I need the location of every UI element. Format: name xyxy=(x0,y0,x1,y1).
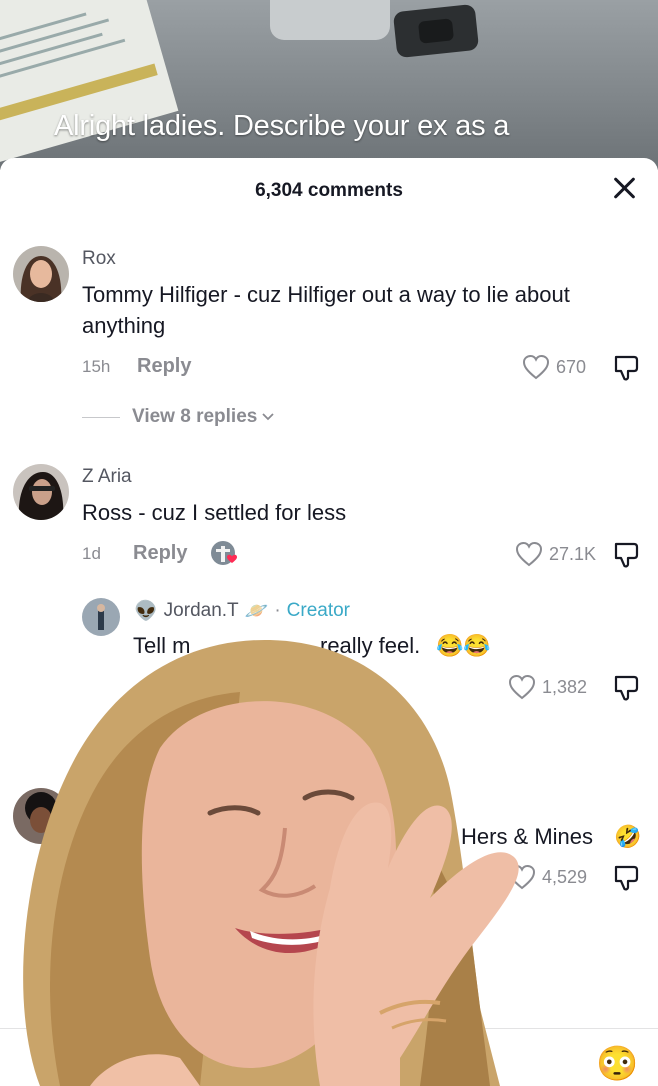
dislike-icon[interactable] xyxy=(612,672,642,707)
alien-emoji-icon: 👽 xyxy=(134,601,158,622)
dislike-icon[interactable] xyxy=(612,352,642,387)
comments-count: 6,304 comments xyxy=(255,180,403,201)
comment-username[interactable]: Z Aria xyxy=(82,466,132,488)
car-vent xyxy=(392,3,480,59)
creator-liked-icon xyxy=(210,539,240,569)
heart-icon xyxy=(515,541,543,567)
comment-text: Tommy Hilfiger - cuz Hilfiger out a way … xyxy=(82,282,570,338)
close-icon[interactable] xyxy=(610,174,638,202)
comment-username[interactable]: Jordan.T xyxy=(164,600,239,622)
chevron-down-icon xyxy=(262,413,274,421)
reply-button[interactable]: Reply xyxy=(133,542,187,565)
avatar[interactable] xyxy=(13,246,69,302)
avatar[interactable] xyxy=(13,464,69,520)
rofl-emoji-icon: 🤣 xyxy=(614,824,642,849)
planet-emoji-icon: 🪐 xyxy=(244,601,269,622)
dislike-icon[interactable] xyxy=(612,539,642,574)
creator-cutout xyxy=(23,639,519,1086)
video-background: Alright ladies. Describe your ex as a xyxy=(0,0,658,170)
comment-time: 1d xyxy=(82,544,101,563)
comment-username[interactable]: Rox xyxy=(82,248,116,270)
heart-icon xyxy=(522,354,550,380)
video-caption: Alright ladies. Describe your ex as a xyxy=(54,110,510,142)
reply-button[interactable]: Reply xyxy=(137,355,191,378)
flushed-emoji-icon[interactable]: 😳 xyxy=(596,1044,638,1084)
comment-text: Ross - cuz I settled for less xyxy=(82,500,347,525)
view-replies-button[interactable]: View 8 replies xyxy=(82,406,276,428)
ceiling-light xyxy=(270,0,390,40)
like-button[interactable]: 670 xyxy=(522,354,586,380)
dislike-icon[interactable] xyxy=(612,862,642,897)
view-replies-label: View 8 replies xyxy=(132,406,258,427)
comment-time: 15h xyxy=(82,357,111,376)
reply-username-row: 👽 Jordan.T 🪐 · Creator xyxy=(134,600,351,622)
creator-badge: Creator xyxy=(286,600,351,621)
like-button[interactable]: 27.1K xyxy=(515,541,596,567)
like-count: 27.1K xyxy=(549,543,597,564)
like-count: 670 xyxy=(556,356,587,377)
